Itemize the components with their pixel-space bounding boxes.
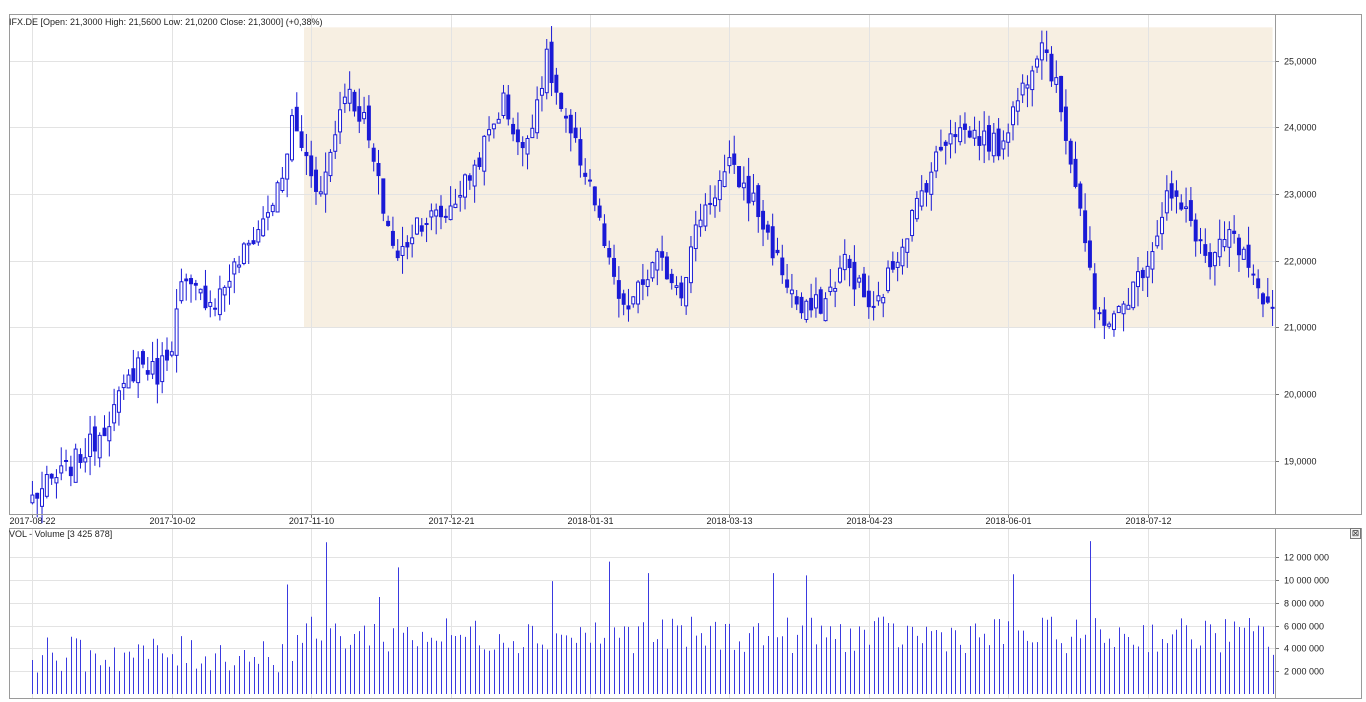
- volume-tick-label: 10 000 000: [1284, 576, 1329, 586]
- candle: [64, 449, 69, 472]
- candle: [150, 341, 155, 380]
- candle: [270, 202, 275, 217]
- candle: [208, 290, 213, 318]
- candle: [102, 415, 107, 437]
- price-panel-header: IFX.DE [Open: 21,3000 High: 21,5600 Low:…: [9, 17, 322, 27]
- candle: [203, 269, 208, 311]
- candle: [145, 357, 150, 381]
- candle: [818, 286, 823, 315]
- y-tick-label: 23,0000: [1284, 190, 1317, 200]
- candle: [294, 92, 299, 132]
- candle: [280, 166, 285, 193]
- candle: [232, 258, 237, 294]
- candle: [285, 153, 290, 198]
- chart-canvas: 19,0000 20,0000 21,0000 22,0000 23,0000 24,00…: [9, 14, 1362, 699]
- x-tick-label: 2018-07-12: [1125, 516, 1171, 526]
- candle: [54, 469, 59, 499]
- candle: [112, 388, 117, 432]
- x-tick-label: 2018-03-13: [706, 516, 752, 526]
- candle: [265, 195, 270, 231]
- volume-tick-label: 4 000 000: [1284, 644, 1324, 654]
- volume-tick-label: 6 000 000: [1284, 622, 1324, 632]
- candle: [107, 411, 112, 457]
- candle: [414, 217, 419, 236]
- candle: [179, 268, 184, 304]
- candle: [251, 227, 256, 245]
- candle: [59, 447, 64, 481]
- candle: [165, 337, 169, 371]
- x-tick-label: 2018-04-23: [846, 516, 892, 526]
- candle: [44, 465, 49, 499]
- candle: [275, 180, 280, 213]
- candle: [73, 443, 78, 483]
- candle: [121, 374, 126, 400]
- volume-panel-header: VOL - Volume [3 425 878]: [9, 529, 112, 539]
- x-tick-label: 2017-10-02: [149, 516, 195, 526]
- candle: [189, 274, 194, 303]
- candle: [174, 289, 179, 373]
- candle: [559, 92, 564, 112]
- candle: [299, 115, 304, 152]
- candle: [83, 438, 88, 473]
- candle: [241, 241, 246, 266]
- candle: [160, 342, 165, 394]
- x-tick-label: 2017-11-10: [289, 516, 334, 526]
- candle: [49, 473, 54, 485]
- candle: [1131, 281, 1136, 311]
- candle: [198, 288, 203, 301]
- x-tick-label: 2017-12-21: [428, 516, 474, 526]
- y-tick-label: 25,0000: [1284, 57, 1317, 67]
- y-tick-label: 21,0000: [1284, 323, 1317, 333]
- candle: [68, 455, 73, 487]
- y-tick-label: 19,0000: [1284, 457, 1317, 467]
- candle: [246, 239, 251, 264]
- price-panel[interactable]: 19,0000 20,0000 21,0000 22,0000 23,0000 24,00…: [9, 14, 1362, 526]
- candle: [1111, 310, 1116, 337]
- x-tick-label: 2018-01-31: [567, 516, 613, 526]
- candle: [737, 166, 742, 189]
- volume-tick-label: 12 000 000: [1284, 553, 1329, 563]
- y-tick-label: 22,0000: [1284, 257, 1317, 267]
- candle: [140, 349, 145, 369]
- y-tick-label: 24,0000: [1284, 123, 1317, 133]
- candle: [116, 386, 121, 426]
- candle: [131, 349, 136, 383]
- candle: [88, 415, 93, 476]
- candle: [804, 299, 809, 323]
- close-icon[interactable]: ⊠: [1350, 528, 1361, 539]
- candle: [35, 492, 40, 518]
- candle: [155, 338, 160, 404]
- candle: [213, 298, 218, 317]
- volume-tick-label: 8 000 000: [1284, 599, 1324, 609]
- candle: [222, 285, 227, 312]
- candle: [97, 432, 102, 468]
- candle: [237, 255, 242, 274]
- candle: [184, 273, 189, 301]
- candle: [1116, 305, 1121, 314]
- candle: [261, 206, 266, 238]
- candle: [193, 279, 198, 301]
- x-tick-label: 2017-08-22: [9, 516, 55, 526]
- volume-panel[interactable]: 2 000 000 4 000 000 6 000 000 8 000 000 10 0…: [9, 528, 1362, 699]
- candle: [227, 264, 232, 305]
- candle: [30, 480, 35, 505]
- candle: [78, 448, 83, 469]
- y-tick-label: 20,0000: [1284, 390, 1317, 400]
- volume-tick-label: 2 000 000: [1284, 667, 1324, 677]
- candle: [92, 415, 97, 466]
- candle: [217, 275, 222, 321]
- x-tick-label: 2018-06-01: [985, 516, 1031, 526]
- candle: [126, 369, 131, 389]
- candle: [289, 108, 294, 163]
- candle: [136, 351, 141, 399]
- candle: [256, 220, 261, 246]
